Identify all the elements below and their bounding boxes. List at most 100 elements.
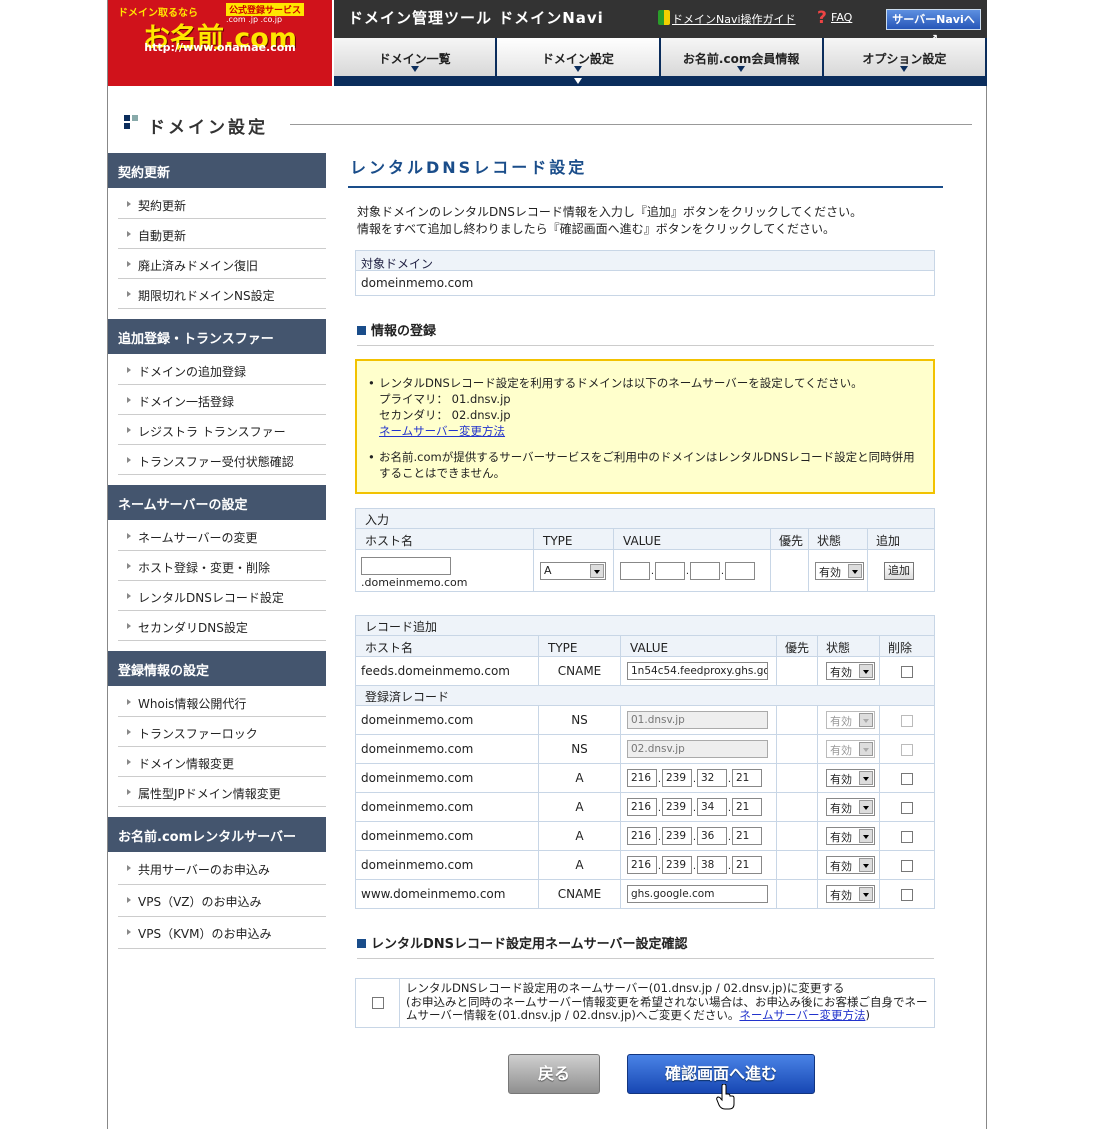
- record-type: A: [538, 821, 621, 851]
- ns-confirm-checkbox-cell: [356, 979, 400, 1027]
- ns-change-link[interactable]: ネームサーバー変更方法: [379, 424, 505, 438]
- state-select[interactable]: 有効: [826, 662, 875, 680]
- state-select[interactable]: 有効: [826, 827, 875, 845]
- col-host: ホスト名: [355, 528, 534, 550]
- ip-octet-input[interactable]: 216: [627, 798, 657, 816]
- sidebar-item-shared-server[interactable]: 共用サーバーのお申込み: [118, 853, 326, 885]
- sidebar-item-restore-domain[interactable]: 廃止済みドメイン復旧: [118, 249, 326, 279]
- ip-octet-input[interactable]: 239: [662, 827, 692, 845]
- state-select[interactable]: 有効: [826, 856, 875, 874]
- sidebar-item-renewal[interactable]: 契約更新: [118, 189, 326, 219]
- delete-checkbox[interactable]: [901, 888, 913, 901]
- table-row: domeinmemo.com NS 02.dnsv.jp 有効: [355, 734, 935, 764]
- col-priority: 優先: [770, 528, 809, 550]
- server-navi-button[interactable]: サーバーNaviへ ↗: [886, 9, 981, 45]
- ip-octet-2-input[interactable]: [655, 561, 685, 580]
- ip-octet-input[interactable]: 239: [662, 798, 692, 816]
- notice-line: お名前.comが提供するサーバーサービスをご利用中のドメインはレンタルDNSレコ…: [379, 450, 915, 480]
- col-value: VALUE: [620, 635, 777, 657]
- table-row: domeinmemo.com A 216. 239. 38. 21 有効: [355, 850, 935, 880]
- tab-domain-list[interactable]: ドメイン一覧: [334, 38, 496, 76]
- delete-checkbox[interactable]: [901, 665, 913, 678]
- sidebar-item-add-domain[interactable]: ドメインの追加登録: [118, 355, 326, 385]
- ip-octet-input[interactable]: 32: [697, 769, 727, 787]
- state-select-value: 有効: [830, 666, 852, 679]
- tab-label: オプション設定: [862, 52, 947, 66]
- record-value-input[interactable]: 1n54c54.feedproxy.ghs.goo: [627, 662, 768, 680]
- tab-member-info[interactable]: お名前.com会員情報: [660, 38, 822, 76]
- sidebar-item-whois-proxy[interactable]: Whois情報公開代行: [118, 687, 326, 717]
- state-select-value: 有効: [830, 744, 852, 757]
- ns-change-method-link[interactable]: ネームサーバー変更方法: [739, 1008, 865, 1022]
- back-button[interactable]: 戻る: [508, 1054, 600, 1094]
- sidebar-group-renewal: 契約更新 契約更新 自動更新 廃止済みドメイン復旧 期限切れドメインNS設定: [108, 153, 326, 309]
- notice-primary: プライマリ： 01.dnsv.jp: [379, 392, 511, 406]
- record-type: A: [538, 763, 621, 793]
- sidebar-group-title: 登録情報の設定: [108, 651, 326, 687]
- sidebar-item-jp-domain-info[interactable]: 属性型JPドメイン情報変更: [118, 777, 326, 807]
- tab-option-settings[interactable]: オプション設定: [823, 38, 985, 76]
- ip-octet-3-input[interactable]: [690, 561, 720, 580]
- ip-octet-input[interactable]: 216: [627, 856, 657, 874]
- ip-octet-input[interactable]: 21: [732, 769, 762, 787]
- ip-octet-input[interactable]: 34: [697, 798, 727, 816]
- sidebar-item-secondary-dns[interactable]: セカンダリDNS設定: [118, 611, 326, 641]
- input-section-label: 入力: [355, 508, 935, 529]
- guide-link[interactable]: ドメインNavi操作ガイド: [672, 11, 796, 27]
- beginner-mark-icon: [658, 10, 670, 25]
- ip-octet-input[interactable]: 21: [732, 798, 762, 816]
- ip-octet-4-input[interactable]: [725, 561, 755, 580]
- delete-checkbox[interactable]: [901, 830, 913, 843]
- type-select[interactable]: A: [540, 561, 606, 580]
- col-host: ホスト名: [355, 635, 539, 657]
- sidebar-item-transfer-status[interactable]: トランスファー受付状態確認: [118, 445, 326, 475]
- priority-cell: [776, 821, 818, 851]
- sidebar-item-vps-kvm[interactable]: VPS（KVM）のお申込み: [118, 917, 326, 949]
- ns-confirm-heading: レンタルDNSレコード設定用ネームサーバー設定確認: [357, 933, 934, 959]
- sidebar-item-vps-vz[interactable]: VPS（VZ）のお申込み: [118, 885, 326, 917]
- host-input[interactable]: [361, 556, 451, 575]
- top-bar: ドメイン管理ツール ドメインNavi ドメインNavi操作ガイド ? FAQ サ…: [334, 0, 987, 45]
- ip-octet-input[interactable]: 21: [732, 827, 762, 845]
- ip-octet-input[interactable]: 216: [627, 769, 657, 787]
- sidebar-item-transfer-lock[interactable]: トランスファーロック: [118, 717, 326, 747]
- sidebar-item-bulk-register[interactable]: ドメイン一括登録: [118, 385, 326, 415]
- faq-link[interactable]: FAQ: [831, 11, 852, 24]
- ip-octet-input[interactable]: 21: [732, 856, 762, 874]
- record-value-input[interactable]: ghs.google.com: [627, 885, 768, 903]
- ip-octet-input[interactable]: 239: [662, 856, 692, 874]
- chevron-down-icon: [859, 664, 873, 678]
- state-select[interactable]: 有効: [826, 798, 875, 816]
- delete-checkbox[interactable]: [901, 801, 913, 814]
- state-select[interactable]: 有効: [826, 885, 875, 903]
- sidebar-group-title: 契約更新: [108, 153, 326, 189]
- main-content: レンタルDNSレコード設定 対象ドメインのレンタルDNSレコード情報を入力し『追…: [348, 150, 943, 1028]
- ip-octet-input[interactable]: 36: [697, 827, 727, 845]
- page-heading: ドメイン設定: [122, 112, 972, 138]
- state-select[interactable]: 有効: [815, 561, 864, 580]
- square-bullet-icon: [357, 326, 366, 335]
- delete-checkbox[interactable]: [901, 772, 913, 785]
- chevron-down-icon: [859, 829, 873, 843]
- chevron-down-icon: [848, 563, 862, 578]
- ip-octet-1-input[interactable]: [620, 561, 650, 580]
- delete-checkbox[interactable]: [901, 859, 913, 872]
- sidebar-item-expired-ns[interactable]: 期限切れドメインNS設定: [118, 279, 326, 309]
- add-button[interactable]: 追加: [884, 561, 914, 580]
- sidebar-item-host-register[interactable]: ホスト登録・変更・削除: [118, 551, 326, 581]
- target-domain-label: 対象ドメイン: [356, 251, 934, 271]
- state-select[interactable]: 有効: [826, 769, 875, 787]
- sidebar-item-rental-dns[interactable]: レンタルDNSレコード設定: [118, 581, 326, 611]
- host-suffix: .domeinmemo.com: [361, 575, 468, 589]
- sidebar-item-domain-info[interactable]: ドメイン情報変更: [118, 747, 326, 777]
- ip-octet-input[interactable]: 216: [627, 827, 657, 845]
- sidebar-item-auto-renewal[interactable]: 自動更新: [118, 219, 326, 249]
- ip-octet-input[interactable]: 38: [697, 856, 727, 874]
- ip-octet-input[interactable]: 239: [662, 769, 692, 787]
- sidebar-item-change-ns[interactable]: ネームサーバーの変更: [118, 521, 326, 551]
- tab-domain-settings[interactable]: ドメイン設定: [497, 38, 659, 76]
- sidebar-item-registrar-transfer[interactable]: レジストラ トランスファー: [118, 415, 326, 445]
- onamae-logo[interactable]: ドメイン取るなら 公式登録サービス .com .jp .co.jp お名前.co…: [108, 0, 332, 86]
- state-select-value: 有効: [830, 889, 852, 902]
- ns-change-checkbox[interactable]: [372, 997, 384, 1009]
